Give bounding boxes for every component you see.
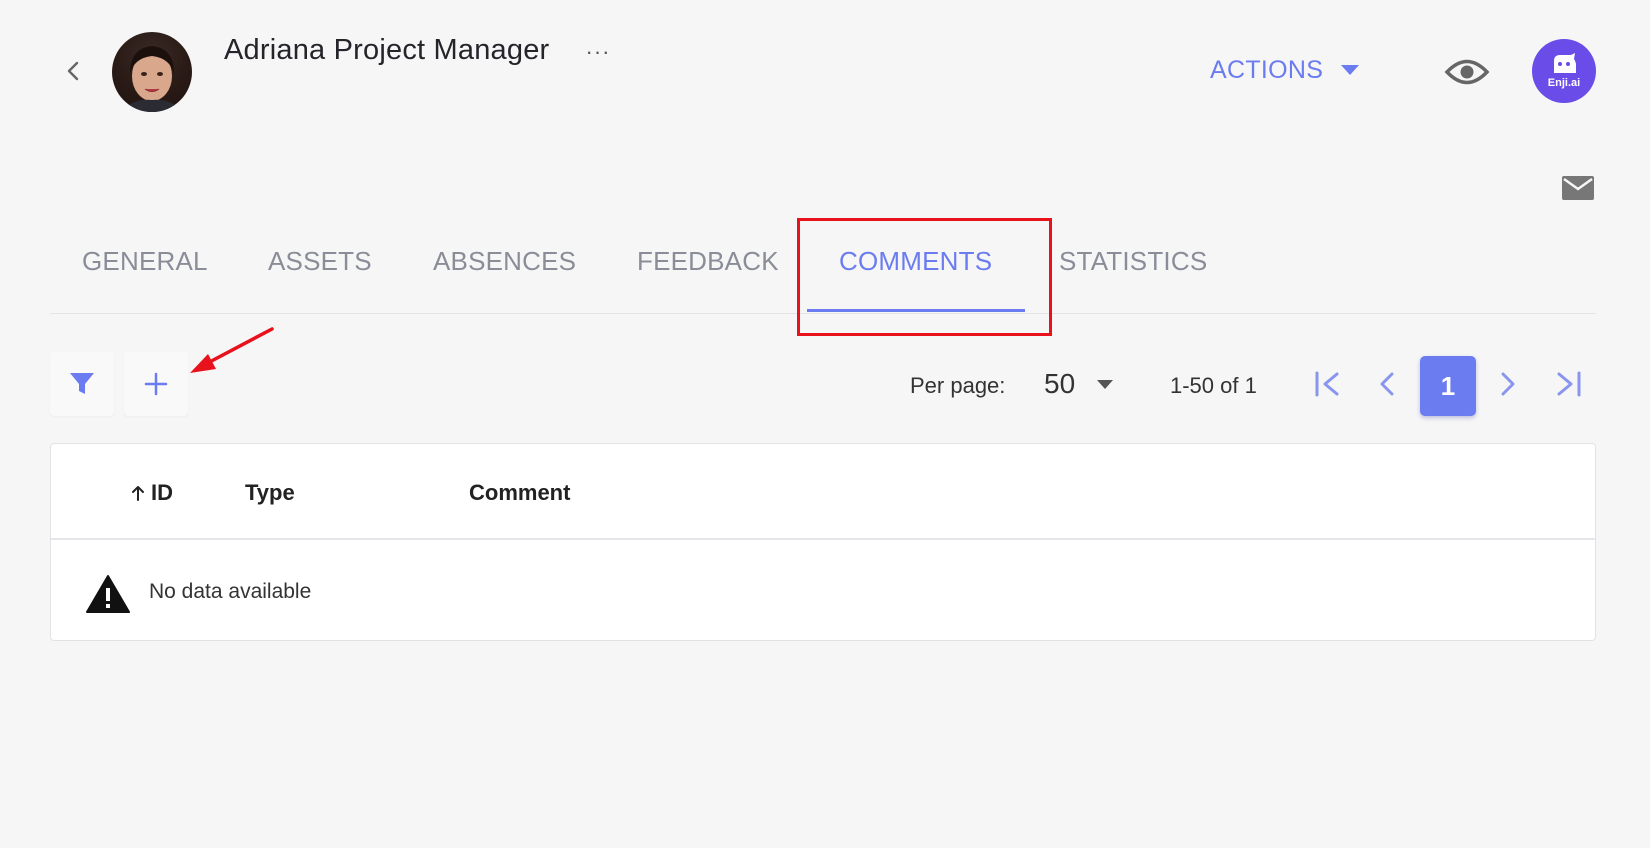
column-header-label: ID	[151, 480, 173, 505]
brand-logo[interactable]: Enji.ai	[1532, 39, 1596, 103]
per-page-value: 50	[1044, 368, 1076, 399]
tab-general[interactable]: GENERAL	[82, 246, 208, 277]
view-button[interactable]	[1442, 52, 1492, 92]
tab-feedback[interactable]: FEEDBACK	[637, 246, 779, 277]
filter-button[interactable]	[50, 352, 114, 416]
avatar	[112, 32, 192, 112]
active-tab-indicator	[807, 309, 1025, 312]
tab-absences[interactable]: ABSENCES	[433, 246, 576, 277]
column-header-id[interactable]: ID	[131, 480, 173, 506]
empty-state-row: No data available	[51, 542, 1595, 640]
column-header-label: Comment	[469, 480, 571, 505]
tab-bar: GENERAL ASSETS ABSENCES FEEDBACK COMMENT…	[50, 222, 1596, 314]
current-page-button[interactable]: 1	[1420, 356, 1476, 416]
actions-dropdown[interactable]: ACTIONS	[1210, 52, 1360, 88]
empty-state-text: No data available	[149, 580, 312, 603]
chevron-left-icon	[67, 61, 79, 81]
plus-icon	[144, 372, 168, 396]
arrow-annotation	[190, 327, 274, 373]
more-options-button[interactable]: ···	[584, 39, 612, 64]
back-button[interactable]	[58, 56, 88, 86]
eye-icon	[1444, 59, 1490, 85]
comments-table: ID Type Comment No data available	[50, 443, 1596, 641]
first-page-icon	[1315, 371, 1339, 397]
cat-logo-icon	[1554, 53, 1576, 73]
column-header-type[interactable]: Type	[245, 480, 295, 506]
warning-icon	[86, 575, 130, 613]
mail-icon	[1562, 176, 1594, 200]
column-header-comment[interactable]: Comment	[469, 480, 570, 506]
actions-label: ACTIONS	[1210, 55, 1324, 84]
table-header: ID Type Comment	[51, 444, 1595, 540]
caret-down-icon	[1341, 65, 1360, 75]
chevron-left-icon	[1380, 372, 1394, 396]
last-page-button[interactable]	[1546, 362, 1590, 406]
filter-icon	[70, 373, 94, 394]
next-page-button[interactable]	[1486, 362, 1530, 406]
brand-label: Enji.ai	[1547, 77, 1581, 89]
tab-statistics[interactable]: STATISTICS	[1059, 246, 1207, 277]
sort-ascending-icon	[132, 486, 144, 501]
page-range: 1-50 of 1	[1170, 373, 1257, 398]
first-page-button[interactable]	[1306, 362, 1350, 406]
add-comment-button[interactable]	[124, 352, 188, 416]
chevron-right-icon	[1501, 372, 1515, 396]
tab-comments[interactable]: COMMENTS	[839, 246, 992, 277]
column-header-label: Type	[245, 480, 295, 505]
page-title: Adriana Project Manager	[224, 34, 550, 66]
mail-button[interactable]	[1561, 174, 1595, 202]
caret-down-icon	[1097, 379, 1114, 389]
per-page-select[interactable]: 50	[1044, 366, 1130, 402]
last-page-icon	[1557, 371, 1581, 397]
tab-assets[interactable]: ASSETS	[268, 246, 372, 277]
per-page-label: Per page:	[910, 373, 1006, 398]
previous-page-button[interactable]	[1365, 362, 1409, 406]
